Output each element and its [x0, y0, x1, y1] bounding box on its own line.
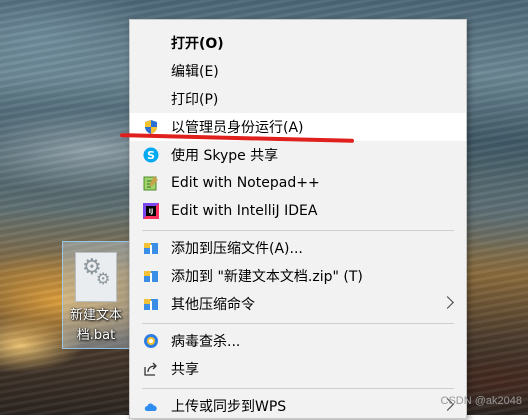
desktop-file-selected[interactable]: ⚙ ⚙ 新建文本 档.bat — [62, 241, 132, 349]
menu-item-print[interactable]: 打印(P) — [130, 85, 466, 113]
menu-item-edit-notepadpp[interactable]: Edit with Notepad++ — [130, 169, 466, 197]
menu-item-label: 共享 — [171, 362, 199, 378]
intellij-idea-icon: IJ — [143, 203, 159, 219]
archive-icon — [143, 268, 159, 284]
gear-small-icon: ⚙ — [96, 269, 111, 288]
context-menu: 打开(O) 编辑(E) 打印(P) 以管理员身份运行(A) S 使用 Skype… — [129, 19, 467, 419]
archive-icon — [143, 240, 159, 256]
menu-item-add-to-zip[interactable]: 添加到 "新建文本文档.zip" (T) — [130, 262, 466, 290]
file-label-line1: 新建文本 — [69, 308, 122, 323]
menu-item-upload-wps[interactable]: 上传或同步到WPS — [130, 392, 466, 420]
menu-separator — [142, 388, 454, 389]
menu-item-edit-intellij[interactable]: IJ Edit with IntelliJ IDEA — [130, 197, 466, 225]
file-label-line2: 档.bat — [76, 328, 116, 343]
menu-item-label: Edit with Notepad++ — [171, 175, 320, 191]
wps-cloud-icon — [143, 398, 159, 414]
menu-item-share[interactable]: 共享 — [130, 355, 466, 383]
menu-separator — [142, 230, 454, 231]
menu-item-label: Edit with IntelliJ IDEA — [171, 203, 318, 219]
menu-separator — [142, 323, 454, 324]
share-icon — [143, 361, 159, 377]
menu-item-label: 添加到压缩文件(A)... — [171, 241, 303, 257]
antivirus-icon — [143, 333, 159, 349]
archive-icon — [143, 296, 159, 312]
menu-item-label: 使用 Skype 共享 — [171, 148, 279, 164]
svg-text:IJ: IJ — [149, 208, 153, 215]
desktop-file-label: 新建文本 档.bat — [63, 306, 129, 346]
menu-item-label: 打开(O) — [171, 36, 224, 52]
menu-item-label: 打印(P) — [171, 92, 219, 108]
menu-item-label: 上传或同步到WPS — [171, 399, 287, 415]
bat-file-icon: ⚙ ⚙ — [75, 252, 117, 302]
uac-shield-icon — [143, 119, 159, 135]
notepad-plus-plus-icon — [143, 175, 159, 191]
menu-item-label: 添加到 "新建文本文档.zip" (T) — [171, 269, 363, 285]
svg-text:S: S — [147, 149, 155, 162]
watermark: CSDN @ak2048 — [440, 395, 522, 407]
menu-item-skype-share[interactable]: S 使用 Skype 共享 — [130, 141, 466, 169]
menu-item-add-to-archive[interactable]: 添加到压缩文件(A)... — [130, 234, 466, 262]
chevron-right-icon — [441, 296, 454, 309]
menu-item-label: 其他压缩命令 — [171, 297, 255, 313]
menu-item-open[interactable]: 打开(O) — [130, 29, 466, 57]
menu-item-label: 病毒查杀... — [171, 334, 241, 350]
menu-item-label: 编辑(E) — [171, 64, 219, 80]
menu-item-virus-scan[interactable]: 病毒查杀... — [130, 327, 466, 355]
menu-item-other-compress[interactable]: 其他压缩命令 — [130, 290, 466, 318]
menu-item-edit[interactable]: 编辑(E) — [130, 57, 466, 85]
skype-icon: S — [143, 147, 159, 163]
